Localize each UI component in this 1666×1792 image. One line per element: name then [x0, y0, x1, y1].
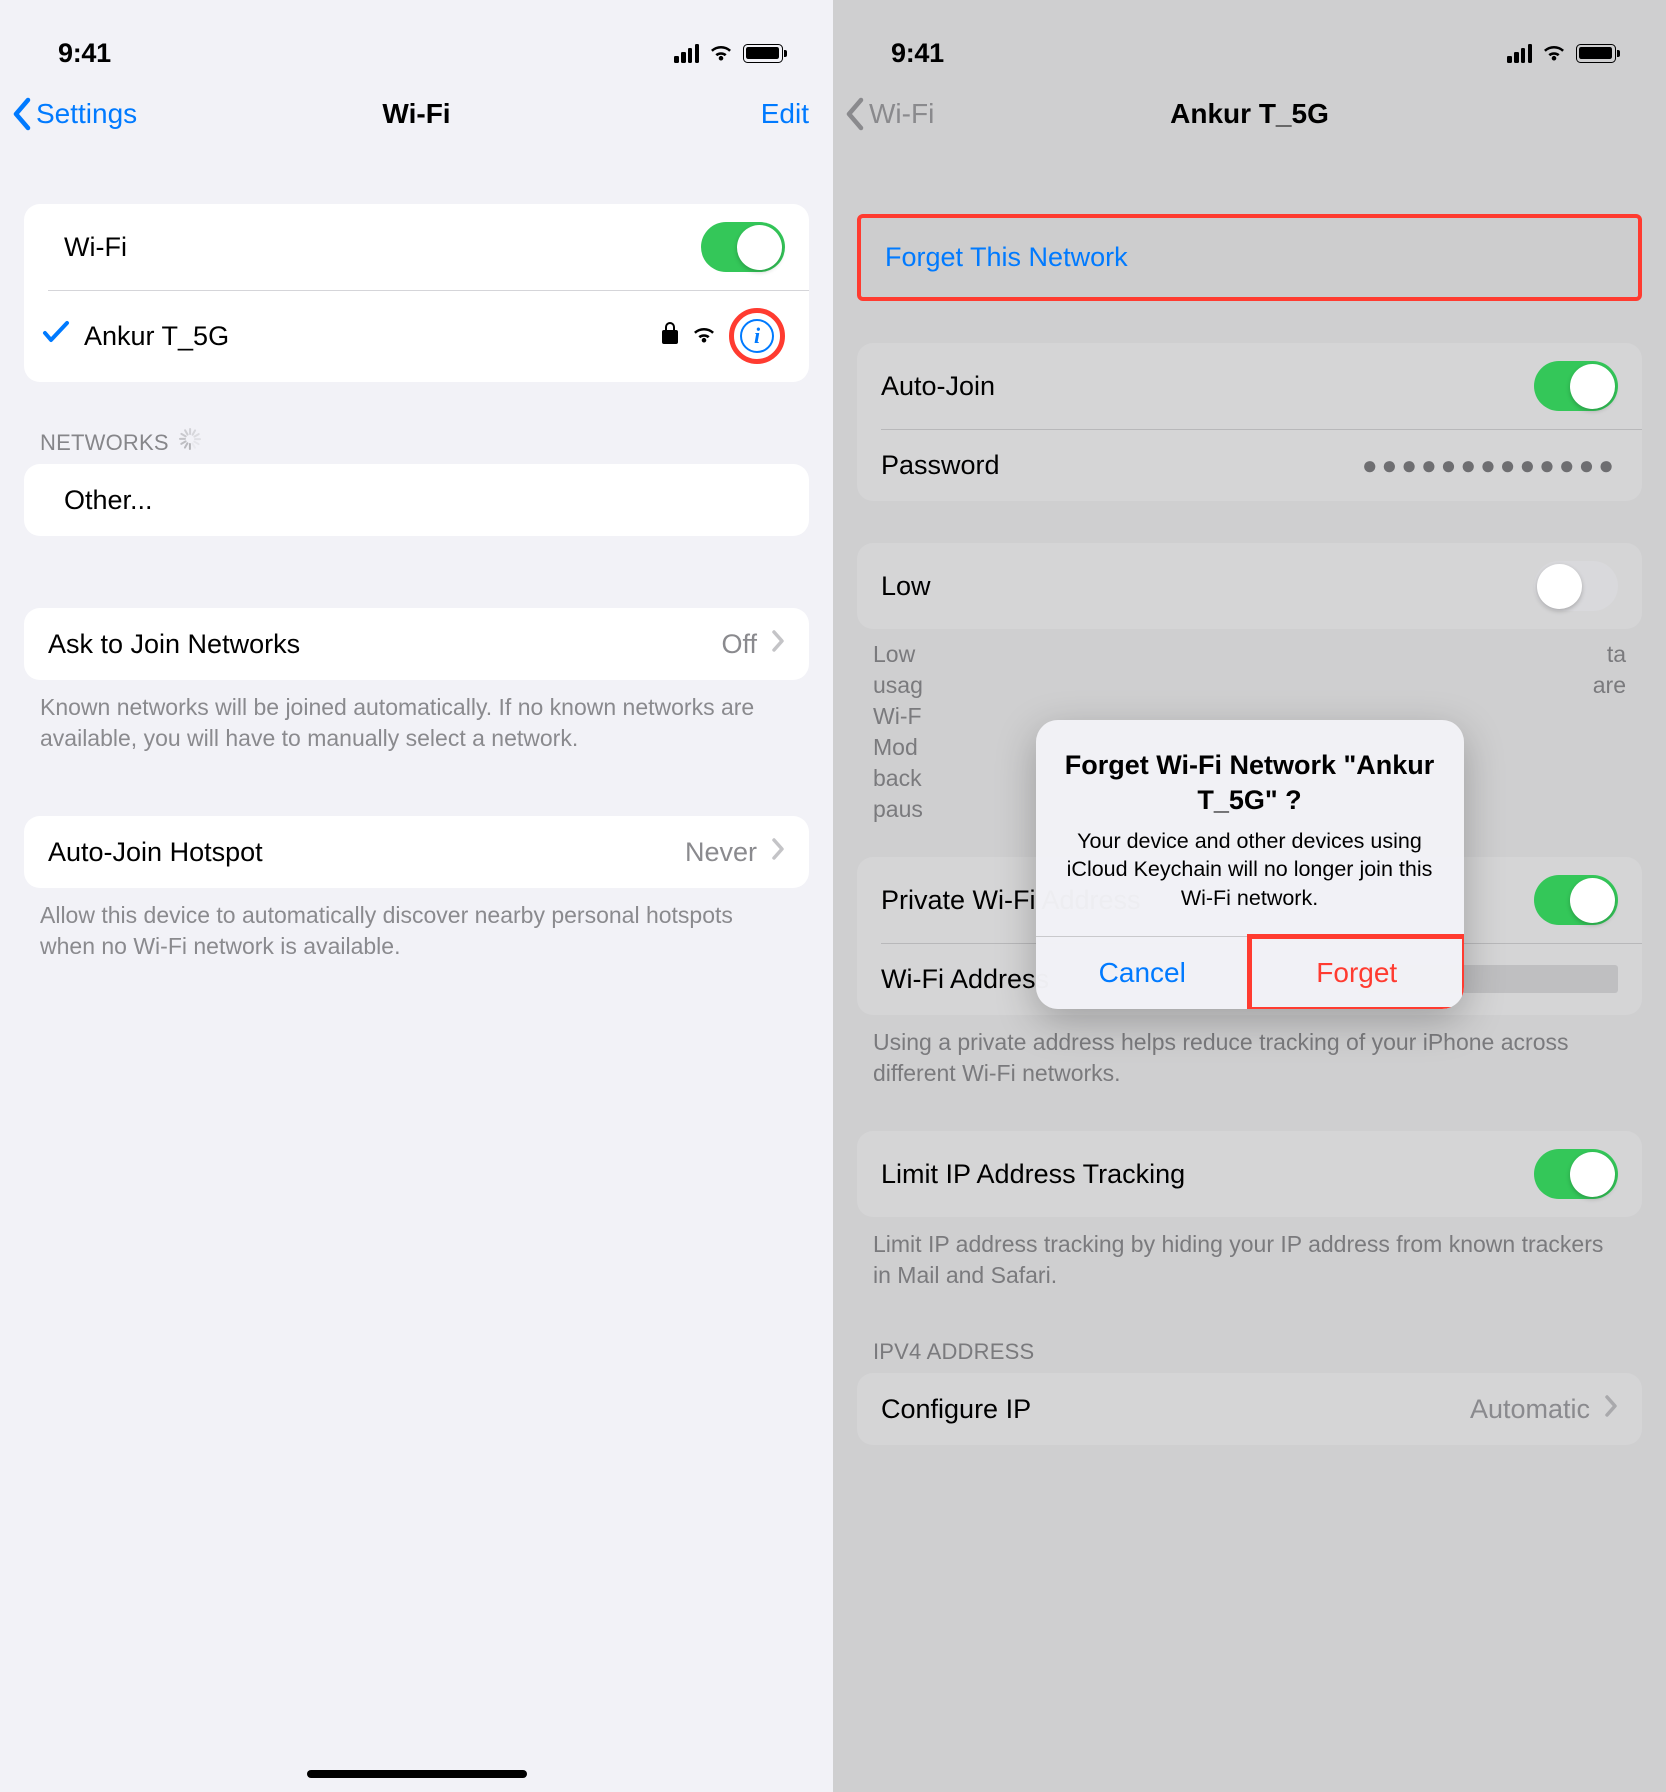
wifi-label: Wi-Fi: [64, 232, 127, 263]
cellular-icon: [674, 44, 699, 63]
alert-forget-button[interactable]: Forget: [1250, 937, 1464, 1009]
ask-join-group: Ask to Join Networks Off: [24, 608, 809, 680]
auto-hotspot-group: Auto-Join Hotspot Never: [24, 816, 809, 888]
status-time: 9:41: [58, 38, 111, 69]
connected-network-name: Ankur T_5G: [84, 321, 229, 352]
status-bar: 9:41: [0, 0, 833, 88]
ask-join-label: Ask to Join Networks: [48, 629, 300, 660]
info-button[interactable]: i: [729, 308, 785, 364]
networks-section-header: NETWORKS: [40, 430, 793, 456]
wifi-icon: [708, 43, 734, 63]
home-indicator[interactable]: [307, 1770, 527, 1778]
auto-hotspot-row[interactable]: Auto-Join Hotspot Never: [24, 816, 809, 888]
checkmark-icon: [42, 319, 70, 353]
network-details-screen: 9:41 Wi-Fi Ankur T_5G Forget This Networ…: [833, 0, 1666, 1792]
spinner-icon: [179, 432, 201, 454]
chevron-right-icon: [771, 628, 785, 660]
edit-button[interactable]: Edit: [761, 98, 809, 130]
connected-network-row[interactable]: Ankur T_5G i: [24, 290, 809, 382]
back-label: Settings: [36, 98, 137, 130]
auto-hotspot-value: Never: [685, 837, 757, 868]
alert-message: Your device and other devices using iClo…: [1036, 821, 1464, 936]
status-icons: [674, 43, 783, 63]
wifi-settings-screen: 9:41 Settings Wi-Fi Edit Wi-Fi: [0, 0, 833, 1792]
wifi-toggle[interactable]: [701, 222, 785, 272]
back-button[interactable]: Settings: [12, 96, 137, 132]
wifi-toggle-row: Wi-Fi: [24, 204, 809, 290]
other-label: Other...: [64, 485, 153, 516]
ask-join-row[interactable]: Ask to Join Networks Off: [24, 608, 809, 680]
nav-bar: Settings Wi-Fi Edit: [0, 88, 833, 150]
chevron-right-icon: [771, 836, 785, 868]
alert-title: Forget Wi-Fi Network "Ankur T_5G" ?: [1036, 720, 1464, 821]
lock-icon: [661, 321, 679, 352]
alert-cancel-button[interactable]: Cancel: [1036, 937, 1251, 1009]
battery-icon: [743, 44, 783, 63]
auto-hotspot-label: Auto-Join Hotspot: [48, 837, 263, 868]
networks-group: Other...: [24, 464, 809, 536]
wifi-toggle-group: Wi-Fi Ankur T_5G i: [24, 204, 809, 382]
auto-hotspot-footer: Allow this device to automatically disco…: [40, 900, 793, 962]
forget-alert: Forget Wi-Fi Network "Ankur T_5G" ? Your…: [1036, 720, 1464, 1009]
chevron-left-icon: [12, 96, 34, 132]
other-network-row[interactable]: Other...: [24, 464, 809, 536]
ask-join-value: Off: [721, 629, 757, 660]
ask-join-footer: Known networks will be joined automatica…: [40, 692, 793, 754]
alert-backdrop: Forget Wi-Fi Network "Ankur T_5G" ? Your…: [833, 0, 1666, 1792]
wifi-signal-icon: [691, 321, 717, 352]
